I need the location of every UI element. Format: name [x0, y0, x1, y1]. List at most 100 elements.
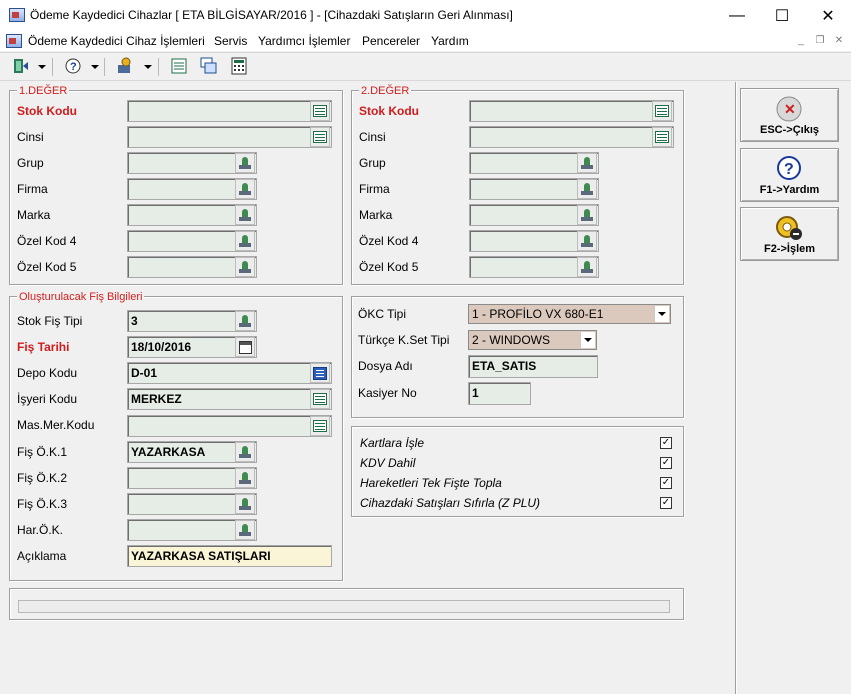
- stok-kodu-1-input[interactable]: [127, 100, 332, 122]
- stok-kodu-2-input[interactable]: [469, 100, 674, 122]
- panel-progress: [9, 588, 684, 620]
- grid-list-icon: [313, 105, 327, 117]
- panel-options: Kartlara İşle ✓ KDV Dahil ✓ Hareketleri …: [351, 426, 684, 517]
- option-kartlara-isle-checkbox[interactable]: ✓: [660, 437, 672, 449]
- label-depo-kodu: Depo Kodu: [17, 366, 78, 380]
- menu-servis[interactable]: Servis: [214, 34, 247, 48]
- label-cinsi-2: Cinsi: [359, 130, 386, 144]
- depo-list-button[interactable]: [310, 363, 330, 383]
- chevron-down-icon[interactable]: [580, 332, 595, 348]
- option-kartlara-isle[interactable]: Kartlara İşle ✓: [360, 433, 676, 453]
- stok-list-button-2[interactable]: [652, 101, 672, 121]
- cinsi-2-input[interactable]: [469, 126, 674, 148]
- aciklama-input[interactable]: YAZARKASA SATIŞLARI: [127, 545, 332, 567]
- help-icon[interactable]: ?: [64, 57, 82, 75]
- firma-lookup-button-2[interactable]: [577, 179, 597, 199]
- fis-ok2-lookup-button[interactable]: [235, 468, 255, 488]
- list-icon[interactable]: [170, 57, 188, 75]
- exit-button[interactable]: ✕ ESC->Çıkış: [740, 88, 839, 142]
- option-tek-fiste-topla-checkbox[interactable]: ✓: [660, 477, 672, 489]
- option-tek-fiste-topla-label: Hareketleri Tek Fişte Topla: [360, 476, 502, 490]
- chevron-down-icon[interactable]: [144, 65, 152, 69]
- label-fis-ok2: Fiş Ö.K.2: [17, 471, 68, 485]
- label-ozel-kod-5-2: Özel Kod 5: [359, 260, 419, 274]
- mdi-restore-button[interactable]: ❐: [813, 35, 827, 48]
- label-stok-kodu-2: Stok Kodu: [359, 104, 419, 118]
- lookup-icon: [238, 182, 252, 196]
- process-gear-icon[interactable]: [116, 57, 134, 75]
- minimize-button[interactable]: —: [714, 0, 760, 31]
- cinsi-list-button[interactable]: [310, 127, 330, 147]
- depo-kodu-input[interactable]: D-01: [127, 362, 332, 384]
- maximize-button[interactable]: ☐: [759, 0, 805, 31]
- option-kdv-dahil-label: KDV Dahil: [360, 456, 416, 470]
- marka-lookup-button-2[interactable]: [577, 205, 597, 225]
- cinsi-list-button-2[interactable]: [652, 127, 672, 147]
- ozel-kod-5-lookup-button[interactable]: [235, 257, 255, 277]
- menu-okc-islemleri[interactable]: Ödeme Kaydedici Cihaz İşlemleri: [28, 34, 205, 48]
- menu-yardim[interactable]: Yardım: [431, 34, 469, 48]
- okc-tipi-value: 1 - PROFİLO VX 680-E1: [472, 307, 604, 321]
- label-ozel-kod-4-2: Özel Kod 4: [359, 234, 419, 248]
- process-button-label: F2->İşlem: [763, 243, 816, 255]
- process-gear-icon: [774, 214, 804, 242]
- label-stok-fis-tipi: Stok Fiş Tipi: [17, 314, 83, 328]
- label-fis-ok1: Fiş Ö.K.1: [17, 445, 68, 459]
- menu-yardimci-islemler[interactable]: Yardımcı İşlemler: [258, 34, 350, 48]
- menu-pencereler[interactable]: Pencereler: [362, 34, 420, 48]
- cinsi-1-input[interactable]: [127, 126, 332, 148]
- help-button[interactable]: ? F1->Yardım: [740, 148, 839, 202]
- cascade-windows-icon[interactable]: [200, 57, 218, 75]
- chevron-down-icon[interactable]: [654, 306, 669, 322]
- lookup-icon: [238, 234, 252, 248]
- option-z-plu[interactable]: Cihazdaki Satışları Sıfırla (Z PLU) ✓: [360, 493, 676, 513]
- ozel-kod-4-lookup-button[interactable]: [235, 231, 255, 251]
- mas-mer-kodu-input[interactable]: [127, 415, 332, 437]
- isyeri-list-button[interactable]: [310, 389, 330, 409]
- window-title: Ödeme Kaydedici Cihazlar [ ETA BİLGİSAYA…: [30, 8, 513, 22]
- lookup-icon: [580, 208, 594, 222]
- okc-tipi-select[interactable]: 1 - PROFİLO VX 680-E1: [468, 304, 671, 324]
- mdi-close-button[interactable]: ✕: [832, 35, 846, 48]
- chevron-down-icon[interactable]: [91, 65, 99, 69]
- label-firma-1: Firma: [17, 182, 48, 196]
- isyeri-kodu-input[interactable]: MERKEZ: [127, 388, 332, 410]
- stok-list-button[interactable]: [310, 101, 330, 121]
- stok-fis-tipi-lookup-button[interactable]: [235, 311, 255, 331]
- mas-mer-list-button[interactable]: [310, 416, 330, 436]
- process-button[interactable]: F2->İşlem: [740, 207, 839, 261]
- lookup-icon: [238, 314, 252, 328]
- fis-ok3-lookup-button[interactable]: [235, 494, 255, 514]
- label-mas-mer-kodu: Mas.Mer.Kodu: [17, 418, 95, 432]
- option-tek-fiste-topla[interactable]: Hareketleri Tek Fişte Topla ✓: [360, 473, 676, 493]
- calculator-icon[interactable]: [230, 57, 248, 75]
- help-icon: ?: [774, 155, 804, 183]
- marka-lookup-button[interactable]: [235, 205, 255, 225]
- option-z-plu-label: Cihazdaki Satışları Sıfırla (Z PLU): [360, 496, 541, 510]
- ozel-kod-5-lookup-button-2[interactable]: [577, 257, 597, 277]
- option-kdv-dahil[interactable]: KDV Dahil ✓: [360, 453, 676, 473]
- kasiyer-no-input[interactable]: 1: [468, 382, 531, 405]
- option-z-plu-checkbox[interactable]: ✓: [660, 497, 672, 509]
- chevron-down-icon[interactable]: [38, 65, 46, 69]
- menu-bar: Ödeme Kaydedici Cihaz İşlemleri Servis Y…: [0, 31, 851, 51]
- app-icon[interactable]: [9, 8, 25, 22]
- exit-door-icon[interactable]: [11, 57, 29, 75]
- kset-tipi-select[interactable]: 2 - WINDOWS: [468, 330, 597, 350]
- firma-lookup-button[interactable]: [235, 179, 255, 199]
- date-picker-button[interactable]: [235, 337, 255, 357]
- close-circle-icon: ✕: [774, 95, 804, 123]
- grup-lookup-button-2[interactable]: [577, 153, 597, 173]
- option-kdv-dahil-checkbox[interactable]: ✓: [660, 457, 672, 469]
- mdi-minimize-button[interactable]: _: [794, 35, 808, 48]
- har-ok-lookup-button[interactable]: [235, 520, 255, 540]
- fis-ok1-lookup-button[interactable]: [235, 442, 255, 462]
- grid-list-icon: [655, 131, 669, 143]
- label-ozel-kod-4-1: Özel Kod 4: [17, 234, 77, 248]
- child-window-icon[interactable]: [6, 34, 22, 48]
- close-button[interactable]: ✕: [805, 0, 851, 31]
- grup-lookup-button[interactable]: [235, 153, 255, 173]
- label-okc-tipi: ÖKC Tipi: [358, 307, 407, 321]
- dosya-adi-input[interactable]: ETA_SATIS: [468, 355, 598, 378]
- ozel-kod-4-lookup-button-2[interactable]: [577, 231, 597, 251]
